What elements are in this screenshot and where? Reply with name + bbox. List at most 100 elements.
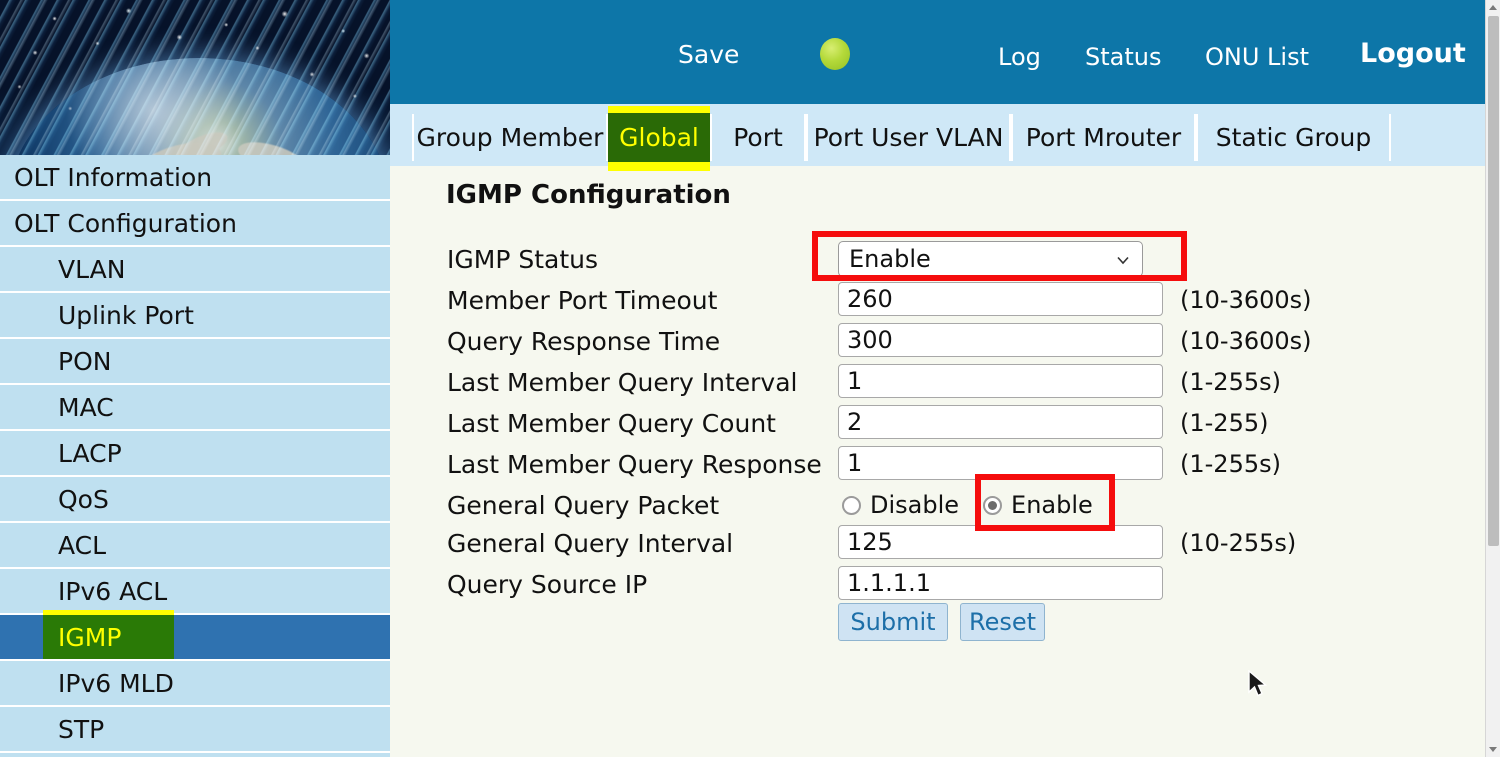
tab-highlight-bar-bottom [608,162,710,171]
sidebar-item-label: PON [58,347,111,376]
field-label-general-query-packet: General Query Packet [447,491,719,520]
select-igmp-status[interactable]: Enable [838,241,1143,277]
scroll-up-arrow-icon[interactable] [1489,5,1497,10]
sidebar-item-igmp[interactable]: IGMP [0,615,390,659]
field-hint-last-member-query-interval: (1-255s) [1180,368,1281,396]
form-row-igmp-status: IGMP Status Enable [390,245,1485,286]
tab-port[interactable]: Port [710,114,806,161]
light-dots [0,0,390,155]
sidebar-item-acl[interactable]: ACL [0,523,390,567]
main-panel: Save Log Status ONU List Logout Group Me… [390,0,1485,757]
sidebar-item-label: OLT Configuration [14,209,237,238]
input-last-member-query-interval[interactable]: 1 [838,364,1163,398]
input-value: 125 [847,528,893,556]
tab-static-group[interactable]: Static Group [1196,114,1391,161]
sidebar-item-label: ACL [58,531,106,560]
tab-highlight-box[interactable]: Global [608,113,710,162]
sidebar-item-label: IPv6 ACL [58,577,167,606]
sidebar-item-mac[interactable]: MAC [0,385,390,429]
field-label-general-query-interval: General Query Interval [447,529,733,558]
input-query-source-ip[interactable]: 1.1.1.1 [838,566,1163,600]
sidebar-item-vlan[interactable]: VLAN [0,247,390,291]
input-last-member-query-count[interactable]: 2 [838,405,1163,439]
field-hint-general-query-interval: (10-255s) [1180,529,1296,557]
sidebar-item-qos[interactable]: QoS [0,477,390,521]
left-column: OLT Information OLT Configuration VLAN Upli… [0,0,390,757]
field-label-last-member-query-response: Last Member Query Response [447,450,822,479]
input-general-query-interval[interactable]: 125 [838,525,1163,559]
olt-web-ui: OLT Information OLT Configuration VLAN Upli… [0,0,1500,757]
field-hint-query-response-time: (10-3600s) [1180,327,1312,355]
form-row-general-query-interval: General Query Interval 125 (10-255s) [390,529,1485,570]
input-query-response-time[interactable]: 300 [838,323,1163,357]
radio-button-icon[interactable] [983,496,1002,515]
banner-image [0,0,390,155]
submit-button[interactable]: Submit [838,603,948,641]
sidebar-item-label: QoS [58,485,109,514]
nav-log-link[interactable]: Log [998,43,1041,71]
sidebar-item-label: IGMP [58,623,121,652]
radio-button-icon[interactable] [842,496,861,515]
sidebar-item-label: LACP [58,439,122,468]
field-label-last-member-query-interval: Last Member Query Interval [447,368,797,397]
radio-option-label: Enable [1011,491,1093,519]
sidebar-item-olt-information[interactable]: OLT Information [0,155,390,199]
sidebar-item-loopback[interactable]: Loopback [0,753,390,757]
tab-strip: Group Member Global Port Port User VLAN Port… [390,104,1485,166]
sidebar-item-olt-configuration[interactable]: OLT Configuration [0,201,390,245]
tab-group-member[interactable]: Group Member [412,114,608,161]
field-hint-member-port-timeout: (10-3600s) [1180,286,1312,314]
reset-button[interactable]: Reset [960,603,1045,641]
vertical-scrollbar[interactable] [1485,0,1500,757]
status-led-icon [820,38,850,70]
sidebar-item-pon[interactable]: PON [0,339,390,383]
sidebar-item-stp[interactable]: STP [0,707,390,751]
tab-label: Port Mrouter [1026,123,1181,152]
form-row-query-response-time: Query Response Time 300 (10-3600s) [390,327,1485,368]
tab-label: Group Member [417,123,604,152]
sidebar-item-label: IPv6 MLD [58,669,174,698]
input-value: 260 [847,285,893,313]
tab-port-mrouter[interactable]: Port Mrouter [1011,114,1196,161]
nav-logout-link[interactable]: Logout [1360,38,1466,69]
field-label-query-source-ip: Query Source IP [447,570,647,599]
input-member-port-timeout[interactable]: 260 [838,282,1163,316]
form-row-last-member-query-count: Last Member Query Count2(1-255) [390,409,1485,450]
field-label-query-response-time: Query Response Time [447,327,720,356]
tab-label: Global [619,123,699,152]
sidebar-item-label: MAC [58,393,114,422]
nav-status-link[interactable]: Status [1085,43,1161,71]
input-last-member-query-response[interactable]: 1 [838,446,1163,480]
form-row-member-port-timeout: Member Port Timeout 260 (10-3600s) [390,286,1485,327]
select-value: Enable [849,245,931,273]
tab-label: Port User VLAN [814,123,1004,152]
radio-option-disable[interactable]: Disable [842,491,959,519]
sidebar-item-lacp[interactable]: LACP [0,431,390,475]
scrollbar-thumb[interactable] [1488,16,1499,546]
radio-group-general-query-packet: Disable Enable [842,491,1117,519]
field-label-igmp-status: IGMP Status [447,245,598,274]
form-row-last-member-query-interval: Last Member Query Interval 1 (1-255s) [390,368,1485,409]
field-hint-last-member-query-count: (1-255) [1180,409,1268,437]
mouse-cursor [1248,670,1270,700]
input-value: 1 [847,367,862,395]
field-label-member-port-timeout: Member Port Timeout [447,286,717,315]
input-value: 300 [847,326,893,354]
scroll-down-arrow-icon[interactable] [1489,747,1497,752]
sidebar-item-uplink-port[interactable]: Uplink Port [0,293,390,337]
sidebar-item-ipv6-mld[interactable]: IPv6 MLD [0,661,390,705]
tab-label: Static Group [1216,123,1372,152]
sidebar-item-label: STP [58,715,104,744]
field-hint-last-member-query-response: (1-255s) [1180,450,1281,478]
chevron-down-icon [1116,253,1130,267]
form-row-last-member-query-response: Last Member Query Response 1 (1-255s) [390,450,1485,491]
page-title: IGMP Configuration [446,180,731,210]
tab-port-user-vlan[interactable]: Port User VLAN [806,114,1011,161]
sidebar-item-label: Uplink Port [58,301,194,330]
save-button[interactable]: Save [678,40,739,69]
input-value: 1 [847,449,862,477]
sidebar-item-ipv6-acl[interactable]: IPv6 ACL [0,569,390,613]
radio-option-enable[interactable]: Enable [983,491,1093,519]
nav-onu-list-link[interactable]: ONU List [1205,43,1309,71]
input-value: 2 [847,408,862,436]
